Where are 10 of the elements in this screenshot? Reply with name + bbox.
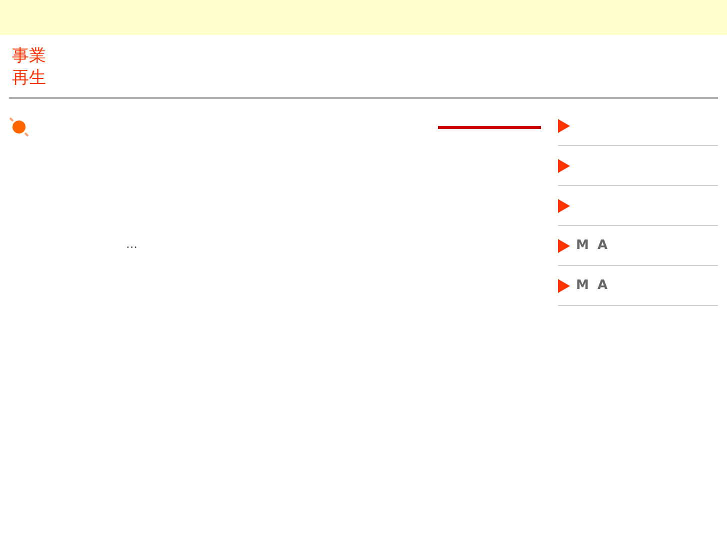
triangle-icon <box>558 198 570 212</box>
triangle-icon <box>558 278 570 292</box>
triangle-icon <box>558 118 570 132</box>
sidebar-link[interactable]: M A <box>576 278 608 293</box>
triangle-icon <box>558 238 570 252</box>
ellipsis-text: ... <box>126 237 138 251</box>
bullet-ball-icon <box>9 117 29 137</box>
sidebar-link[interactable]: M A <box>576 238 608 253</box>
page-title: 事業 再生 <box>12 45 47 89</box>
triangle-icon <box>558 158 570 172</box>
